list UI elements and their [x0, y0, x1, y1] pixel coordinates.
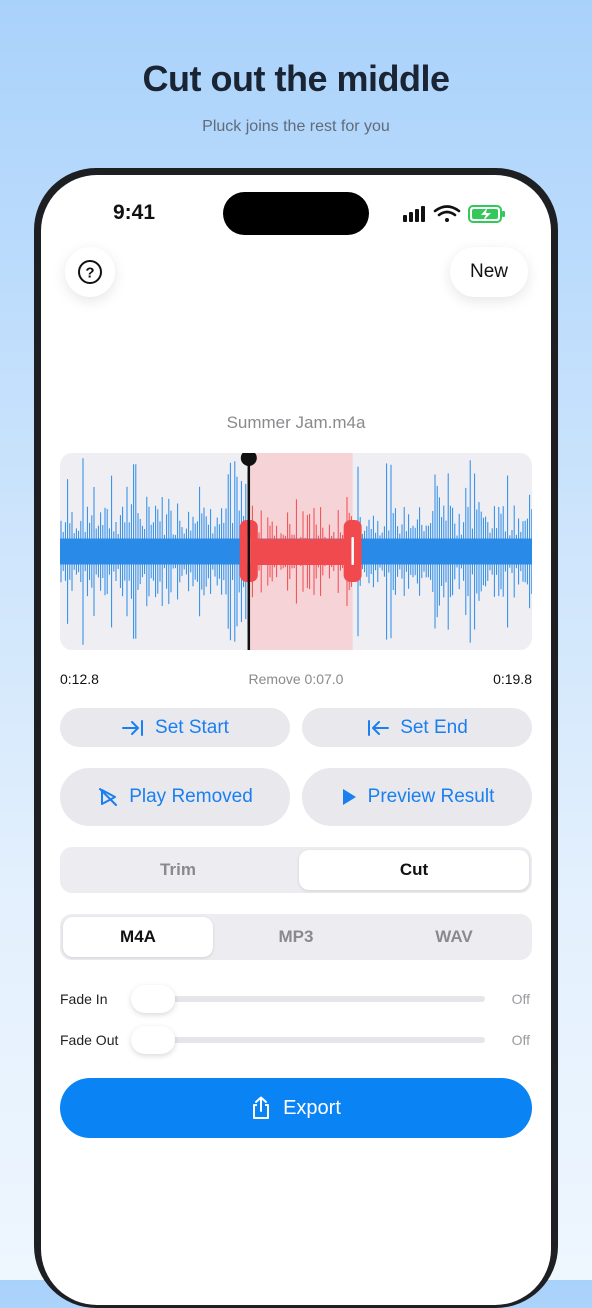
signal-icon [403, 206, 425, 222]
format-mp3[interactable]: MP3 [221, 917, 371, 957]
set-end-label: Set End [400, 716, 468, 738]
waveform-canvas [60, 453, 532, 650]
preview-result-label: Preview Result [367, 786, 495, 807]
battery-charging-icon [468, 205, 505, 223]
selection-end-time: 0:19.8 [493, 671, 532, 687]
export-label: Export [283, 1096, 341, 1119]
format-wav[interactable]: WAV [379, 917, 529, 957]
fade-in-slider-track[interactable] [133, 996, 485, 1002]
set-start-button[interactable]: Set Start [60, 708, 290, 747]
app-screen: 9:41 ? New Summer Jam.m4a 0:12.8 Remove … [41, 175, 551, 1305]
play-removed-button[interactable]: Play Removed [60, 768, 290, 826]
selection-band [248, 539, 353, 565]
set-start-label: Set Start [155, 716, 229, 738]
promo-headline: Cut out the middle [142, 58, 450, 99]
format-m4a[interactable]: M4A [63, 917, 213, 957]
wifi-icon [433, 205, 461, 222]
export-button[interactable]: Export [60, 1078, 532, 1138]
play-removed-label: Play Removed [129, 786, 253, 807]
fade-out-slider-track[interactable] [133, 1037, 485, 1043]
fade-out-value: Off [511, 1032, 530, 1048]
set-end-button[interactable]: Set End [302, 708, 532, 747]
play-slash-icon [99, 788, 118, 806]
track-filename: Summer Jam.m4a [226, 413, 366, 432]
fade-in-value: Off [511, 991, 530, 1007]
dynamic-island [223, 192, 369, 235]
fade-out-label: Fade Out [60, 1032, 119, 1048]
new-button[interactable]: New [450, 247, 528, 297]
question-circle-icon: ? [78, 260, 102, 284]
promo-subhead: Pluck joins the rest for you [202, 118, 390, 135]
phone-frame: 9:41 ? New Summer Jam.m4a 0:12.8 Remove … [34, 168, 558, 1308]
format-segmented-control: M4A MP3 WAV [60, 914, 532, 960]
play-icon [342, 789, 356, 805]
help-button[interactable]: ? [65, 247, 115, 297]
fade-out-slider-knob[interactable] [131, 1026, 175, 1054]
fade-in-label: Fade In [60, 991, 108, 1007]
tab-trim[interactable]: Trim [63, 850, 293, 890]
svg-text:?: ? [85, 265, 94, 282]
tab-cut[interactable]: Cut [299, 850, 529, 890]
mode-segmented-control: Trim Cut [60, 847, 532, 893]
waveform-editor[interactable] [60, 453, 532, 650]
preview-result-button[interactable]: Preview Result [302, 768, 532, 826]
arrow-to-line-right-icon [122, 719, 144, 736]
share-icon [253, 1096, 270, 1119]
arrow-to-line-left-icon [368, 719, 390, 736]
end-handle-grip [351, 537, 354, 565]
status-time: 9:41 [113, 201, 156, 224]
fade-in-slider-knob[interactable] [131, 985, 175, 1013]
remove-duration: Remove 0:07.0 [248, 671, 344, 687]
status-icons [403, 205, 505, 223]
